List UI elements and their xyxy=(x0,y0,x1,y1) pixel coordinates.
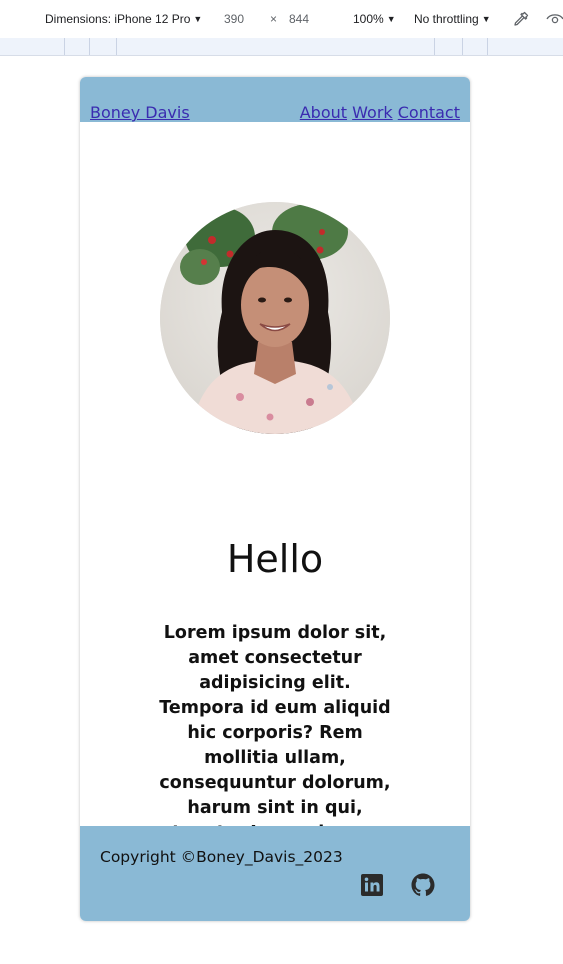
caret-down-icon: ▼ xyxy=(386,14,396,24)
dimensions-dropdown[interactable]: Dimensions: iPhone 12 Pro ▼ xyxy=(45,12,202,26)
site-header: Boney Davis About Work Contact xyxy=(80,77,470,122)
linkedin-icon[interactable] xyxy=(360,873,384,897)
throttling-label: No throttling xyxy=(414,12,479,26)
width-input[interactable]: 390 xyxy=(224,12,244,26)
times-symbol: × xyxy=(270,12,278,26)
caret-down-icon: ▼ xyxy=(193,14,203,24)
height-input[interactable]: 844 xyxy=(289,12,309,26)
profile-photo xyxy=(160,202,390,434)
zoom-dropdown[interactable]: 100% ▼ xyxy=(353,12,396,26)
hero-heading: Hello xyxy=(226,537,324,581)
nav-work-link[interactable]: Work xyxy=(352,103,393,122)
device-viewport: Boney Davis About Work Contact Hello Lor… xyxy=(80,77,470,921)
brand-link[interactable]: Boney Davis xyxy=(90,103,190,122)
nav-about-link[interactable]: About xyxy=(300,103,347,122)
throttling-dropdown[interactable]: No throttling ▼ xyxy=(414,12,491,26)
dimensions-label: Dimensions: iPhone 12 Pro xyxy=(45,12,191,26)
eyedropper-icon[interactable] xyxy=(512,10,530,28)
devtools-toolbar: Dimensions: iPhone 12 Pro ▼ 390 × 844 100… xyxy=(0,0,563,39)
github-icon[interactable] xyxy=(411,873,435,897)
copyright-text: Copyright ©Boney_Davis_2023 xyxy=(100,848,343,866)
caret-down-icon: ▼ xyxy=(481,14,491,24)
media-query-ruler xyxy=(0,38,563,56)
intro-paragraph: Lorem ipsum dolor sit, amet consectetur … xyxy=(159,623,391,843)
main-nav: About Work Contact xyxy=(300,103,460,122)
nav-contact-link[interactable]: Contact xyxy=(398,103,460,122)
eye-icon[interactable] xyxy=(546,12,563,26)
zoom-label: 100% xyxy=(353,12,384,26)
site-footer: Copyright ©Boney_Davis_2023 xyxy=(80,826,470,921)
